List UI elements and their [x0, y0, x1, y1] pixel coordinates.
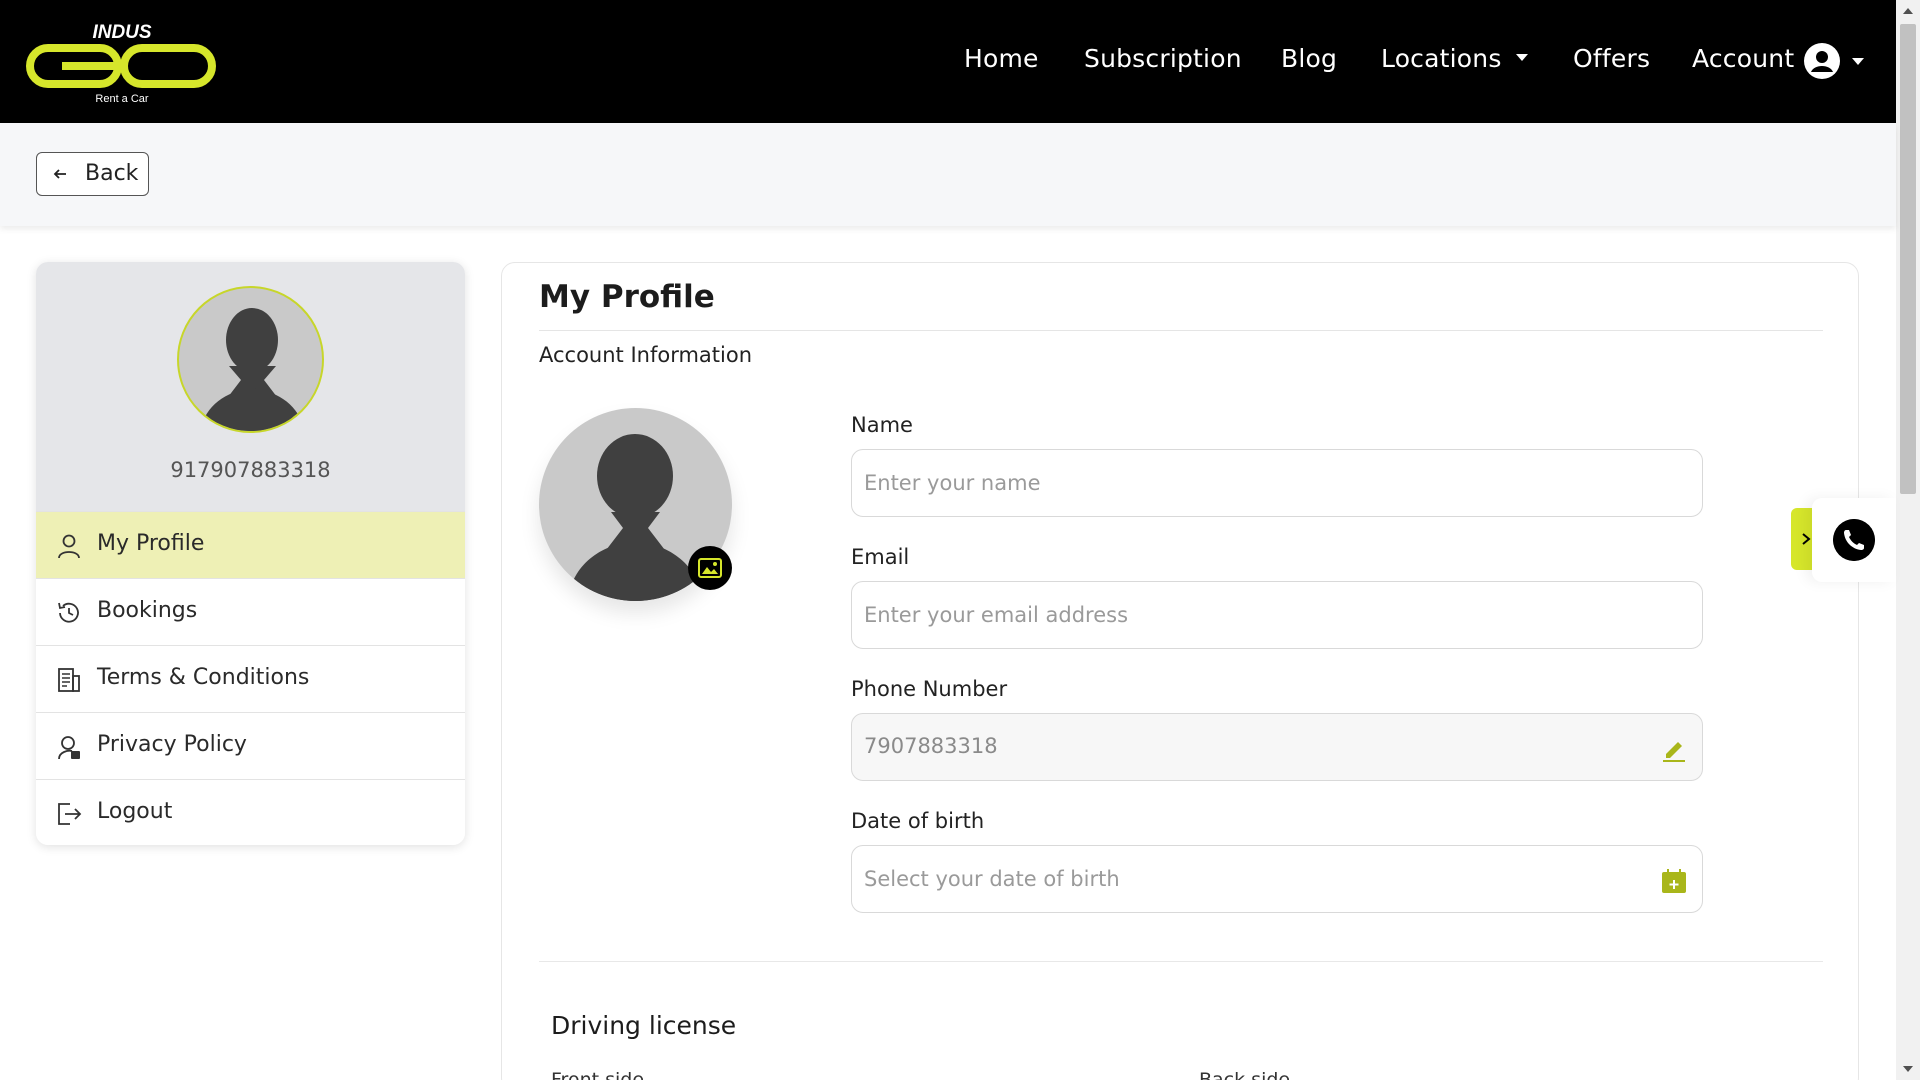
license-back-label: Back side	[1199, 1069, 1291, 1080]
sidebar-item-label: My Profile	[97, 531, 205, 556]
sidebar-item-bookings[interactable]: Bookings	[36, 578, 465, 645]
phone-value: 7907883318	[864, 734, 998, 758]
profile-sidebar: 917907883318 My Profile Bookings Terms &…	[36, 262, 465, 845]
nav-account[interactable]: Account	[1692, 44, 1794, 73]
section-heading: Account Information	[539, 343, 753, 367]
nav-locations[interactable]: Locations	[1381, 44, 1528, 73]
title-divider	[539, 330, 1823, 331]
image-icon	[698, 558, 722, 578]
nav-subscription[interactable]: Subscription	[1084, 44, 1242, 73]
dob-label: Date of birth	[851, 809, 985, 833]
sidebar-item-terms[interactable]: Terms & Conditions	[36, 645, 465, 712]
svg-text:Rent a Car: Rent a Car	[95, 93, 149, 105]
profile-card: My Profile Account Information Name Emai…	[501, 262, 1859, 1080]
sidebar-item-label: Privacy Policy	[97, 732, 247, 757]
chevron-right-icon	[1802, 533, 1811, 545]
scroll-up-arrow-icon[interactable]	[1903, 8, 1913, 14]
name-input[interactable]	[864, 450, 1624, 516]
sub-header: Back	[0, 123, 1896, 226]
sidebar-item-label: Terms & Conditions	[97, 665, 310, 690]
chevron-down-icon	[1515, 53, 1528, 61]
document-icon	[58, 668, 80, 692]
calendar-add-icon[interactable]	[1661, 868, 1687, 894]
back-button[interactable]: Back	[36, 152, 149, 196]
page-title: My Profile	[539, 279, 715, 315]
user-silhouette-icon	[199, 308, 305, 431]
dob-field-box	[851, 845, 1703, 913]
edit-pencil-icon[interactable]	[1661, 736, 1687, 762]
nav-locations-label: Locations	[1381, 44, 1502, 73]
chevron-down-icon[interactable]	[1852, 58, 1864, 65]
top-navbar: INDUS Rent a Car Home Subscription Blog …	[0, 0, 1896, 123]
sidebar-header: 917907883318	[36, 262, 465, 511]
nav-blog[interactable]: Blog	[1281, 44, 1337, 73]
sidebar-item-label: Logout	[97, 799, 173, 824]
phone-label: Phone Number	[851, 677, 1008, 701]
history-icon	[58, 602, 79, 623]
privacy-icon	[58, 736, 80, 760]
email-input[interactable]	[864, 582, 1624, 648]
arrow-left-icon	[53, 169, 66, 179]
nav-home[interactable]: Home	[964, 44, 1039, 73]
page-scrollbar[interactable]	[1896, 0, 1920, 1080]
name-field-box	[851, 449, 1703, 517]
phone-call-icon[interactable]	[1833, 519, 1875, 561]
back-label: Back	[85, 161, 139, 186]
avatar	[177, 286, 324, 433]
logout-icon	[58, 803, 82, 825]
indus-go-logo[interactable]: INDUS Rent a Car	[26, 18, 218, 108]
sidebar-item-label: Bookings	[97, 598, 198, 623]
phone-field-box: 7907883318	[851, 713, 1703, 781]
name-label: Name	[851, 413, 913, 437]
sidebar-item-logout[interactable]: Logout	[36, 779, 465, 845]
dob-input[interactable]	[864, 846, 1624, 912]
account-avatar-icon[interactable]	[1804, 43, 1840, 79]
call-widget	[1812, 498, 1896, 582]
user-icon	[58, 534, 80, 559]
driving-license-heading: Driving license	[551, 1011, 737, 1040]
email-field-box	[851, 581, 1703, 649]
change-photo-button[interactable]	[688, 546, 732, 590]
sidebar-item-my-profile[interactable]: My Profile	[36, 511, 465, 578]
svg-text:INDUS: INDUS	[92, 22, 151, 43]
email-label: Email	[851, 545, 910, 569]
scrollbar-thumb[interactable]	[1900, 24, 1916, 494]
sidebar-item-privacy[interactable]: Privacy Policy	[36, 712, 465, 779]
license-front-label: Front side	[551, 1069, 645, 1080]
nav-offers[interactable]: Offers	[1573, 44, 1650, 73]
section-divider	[539, 961, 1823, 962]
sidebar-phone-number: 917907883318	[170, 458, 331, 482]
scroll-down-arrow-icon[interactable]	[1903, 1066, 1913, 1072]
